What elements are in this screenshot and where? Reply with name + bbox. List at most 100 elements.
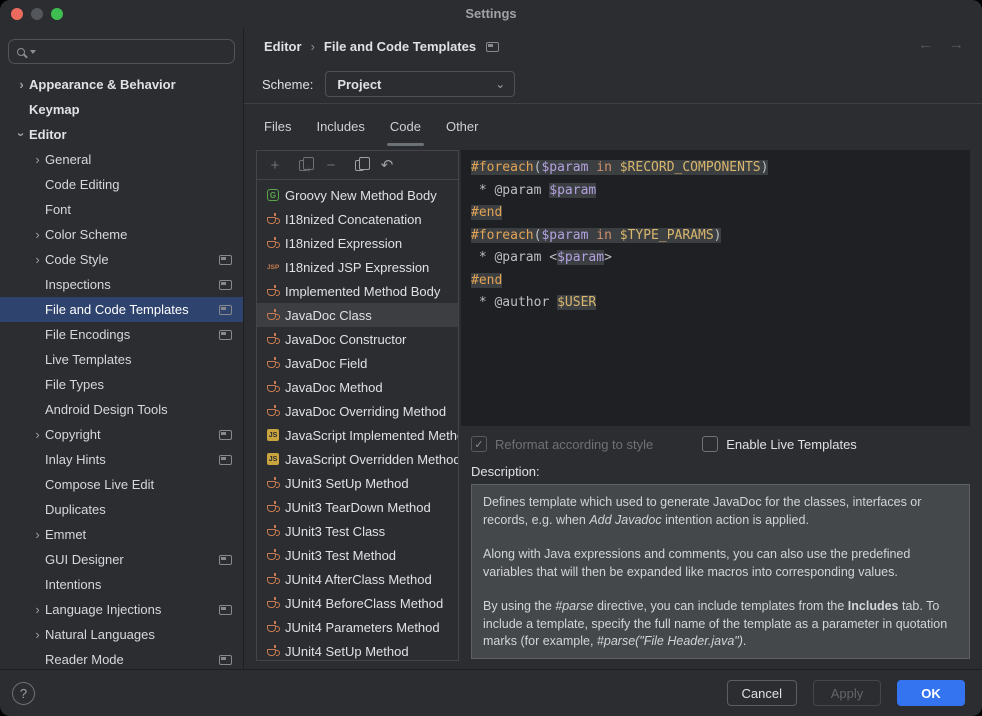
template-code-editor[interactable]: #foreach($param in $RECORD_COMPONENTS) *…	[461, 150, 970, 426]
template-item-label: Implemented Method Body	[285, 284, 440, 299]
chevron-right-icon[interactable]: ›	[30, 528, 45, 541]
java-icon	[267, 335, 285, 344]
window-badge-icon	[219, 330, 232, 340]
sidebar-item-android-design-tools[interactable]: Android Design Tools	[0, 397, 243, 422]
sidebar-item-duplicates[interactable]: Duplicates	[0, 497, 243, 522]
template-item-javadoc-method[interactable]: JavaDoc Method	[257, 375, 458, 399]
sidebar-item-code-style[interactable]: ›Code Style	[0, 247, 243, 272]
template-item-label: I18nized JSP Expression	[285, 260, 429, 275]
sidebar-item-inspections[interactable]: Inspections	[0, 272, 243, 297]
tab-files[interactable]: Files	[264, 104, 291, 148]
sidebar-item-file-and-code-templates[interactable]: File and Code Templates	[0, 297, 243, 322]
template-item-implemented-method-body[interactable]: Implemented Method Body	[257, 279, 458, 303]
java-icon	[267, 599, 285, 608]
template-item-i18nized-concatenation[interactable]: I18nized Concatenation	[257, 207, 458, 231]
template-item-junit3-test-class[interactable]: JUnit3 Test Class	[257, 519, 458, 543]
template-item-groovy-new-method-body[interactable]: GGroovy New Method Body	[257, 183, 458, 207]
tab-code[interactable]: Code	[390, 104, 421, 148]
template-item-junit3-teardown-method[interactable]: JUnit3 TearDown Method	[257, 495, 458, 519]
sidebar-item-font[interactable]: Font	[0, 197, 243, 222]
back-arrow-icon[interactable]: ←	[918, 36, 933, 53]
sidebar-item-inlay-hints[interactable]: Inlay Hints	[0, 447, 243, 472]
sidebar-item-language-injections[interactable]: ›Language Injections	[0, 597, 243, 622]
sidebar-item-appearance-behavior[interactable]: ›Appearance & Behavior	[0, 72, 243, 97]
tab-includes[interactable]: Includes	[316, 104, 364, 148]
add-child-icon[interactable]: +	[295, 157, 311, 173]
help-button[interactable]: ?	[12, 682, 35, 705]
settings-tree: ›Appearance & Behavior Keymap ›Editor›Gene…	[0, 72, 243, 669]
code-tab-content: ++−↶ GGroovy New Method BodyI18nized Con…	[244, 148, 982, 669]
sidebar-item-live-templates[interactable]: Live Templates	[0, 347, 243, 372]
reformat-checkbox[interactable]: ✓	[471, 436, 487, 452]
template-item-junit4-afterclass-method[interactable]: JUnit4 AfterClass Method	[257, 567, 458, 591]
sidebar-item-gui-designer[interactable]: GUI Designer	[0, 547, 243, 572]
description-segment: directive, you can include templates fro…	[594, 599, 848, 613]
reset-icon[interactable]: ↶	[379, 157, 395, 173]
code-token: )	[761, 160, 769, 175]
chevron-right-icon[interactable]: ›	[30, 153, 45, 166]
sidebar-item-code-editing[interactable]: Code Editing	[0, 172, 243, 197]
code-token: * @param	[471, 183, 549, 198]
java-icon	[267, 647, 285, 656]
description-segment: intention action is applied.	[662, 513, 809, 527]
template-item-junit3-test-method[interactable]: JUnit3 Test Method	[257, 543, 458, 567]
chevron-right-icon[interactable]: ›	[14, 78, 29, 91]
template-item-javascript-overridden-method-body[interactable]: JSJavaScript Overridden Method Body	[257, 447, 458, 471]
dialog-footer: ? Cancel Apply OK	[0, 669, 982, 716]
sidebar-item-compose-live-edit[interactable]: Compose Live Edit	[0, 472, 243, 497]
chevron-down-icon[interactable]: ›	[15, 127, 28, 142]
sidebar-item-general[interactable]: ›General	[0, 147, 243, 172]
add-icon[interactable]: +	[267, 157, 283, 173]
tab-other[interactable]: Other	[446, 104, 479, 148]
description-segment: #parse("File Header.java")	[597, 634, 743, 648]
breadcrumb-editor[interactable]: Editor	[264, 39, 302, 54]
live-templates-checkbox[interactable]	[702, 436, 718, 452]
template-item-junit4-setup-method[interactable]: JUnit4 SetUp Method	[257, 639, 458, 660]
cancel-button[interactable]: Cancel	[727, 680, 797, 706]
template-item-i18nized-expression[interactable]: I18nized Expression	[257, 231, 458, 255]
copy-icon[interactable]	[351, 157, 367, 173]
window-badge-icon	[219, 605, 232, 615]
sidebar-item-label: Keymap	[29, 102, 80, 117]
sidebar-item-reader-mode[interactable]: Reader Mode	[0, 647, 243, 669]
jsp-glyph: JSP	[267, 264, 279, 271]
template-item-junit3-setup-method[interactable]: JUnit3 SetUp Method	[257, 471, 458, 495]
template-item-javascript-implemented-method-body[interactable]: JSJavaScript Implemented Method Body	[257, 423, 458, 447]
code-line-1: #foreach($param in $RECORD_COMPONENTS)	[471, 157, 960, 180]
scheme-dropdown[interactable]: Project ⌄	[325, 71, 515, 97]
sidebar-item-file-encodings[interactable]: File Encodings	[0, 322, 243, 347]
sidebar-item-editor[interactable]: ›Editor	[0, 122, 243, 147]
chevron-right-icon[interactable]: ›	[30, 628, 45, 641]
copy-glyph	[355, 160, 364, 171]
search-input[interactable]	[8, 39, 235, 64]
ok-button[interactable]: OK	[897, 680, 965, 706]
template-item-javadoc-overriding-method[interactable]: JavaDoc Overriding Method	[257, 399, 458, 423]
chevron-right-icon[interactable]: ›	[30, 253, 45, 266]
java-cup-glyph	[267, 337, 276, 344]
java-icon	[267, 383, 285, 392]
chevron-right-icon[interactable]: ›	[30, 228, 45, 241]
sidebar-item-file-types[interactable]: File Types	[0, 372, 243, 397]
template-item-i18nized-jsp-expression[interactable]: JSP I18nized JSP Expression	[257, 255, 458, 279]
sidebar-item-keymap[interactable]: Keymap	[0, 97, 243, 122]
sidebar-item-emmet[interactable]: ›Emmet	[0, 522, 243, 547]
java-cup-glyph	[267, 289, 276, 296]
template-item-javadoc-class[interactable]: JavaDoc Class	[257, 303, 458, 327]
template-item-javadoc-field[interactable]: JavaDoc Field	[257, 351, 458, 375]
template-item-javadoc-constructor[interactable]: JavaDoc Constructor	[257, 327, 458, 351]
template-item-junit4-beforeclass-method[interactable]: JUnit4 BeforeClass Method	[257, 591, 458, 615]
sidebar-item-intentions[interactable]: Intentions	[0, 572, 243, 597]
sidebar-item-label: Copyright	[45, 427, 101, 442]
search-options-chevron-icon[interactable]	[30, 50, 36, 54]
sidebar-item-color-scheme[interactable]: ›Color Scheme	[0, 222, 243, 247]
sidebar-item-copyright[interactable]: ›Copyright	[0, 422, 243, 447]
apply-button[interactable]: Apply	[813, 680, 881, 706]
remove-icon[interactable]: −	[323, 157, 339, 173]
sidebar-item-natural-languages[interactable]: ›Natural Languages	[0, 622, 243, 647]
chevron-right-icon[interactable]: ›	[30, 428, 45, 441]
code-token: $param	[541, 228, 588, 243]
forward-arrow-icon[interactable]: →	[949, 36, 964, 53]
chevron-right-icon[interactable]: ›	[30, 603, 45, 616]
window-badge-icon	[219, 305, 232, 315]
template-item-junit4-parameters-method[interactable]: JUnit4 Parameters Method	[257, 615, 458, 639]
